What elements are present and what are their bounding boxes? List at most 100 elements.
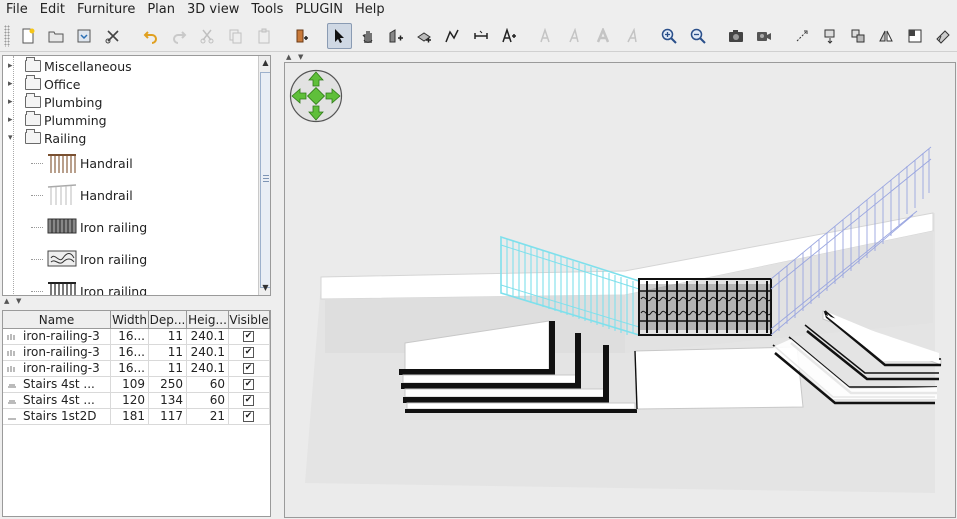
create-rooms-button[interactable]: [412, 23, 437, 49]
select-mode-button[interactable]: [326, 22, 353, 49]
catalog-item-handrail[interactable]: Handrail: [3, 147, 258, 179]
catalog-category-plumbing[interactable]: ▸ Plumbing: [3, 93, 258, 111]
undo-icon: [143, 30, 157, 44]
visible-checkbox[interactable]: ✔: [243, 411, 254, 422]
preferences-button[interactable]: [100, 23, 125, 49]
cut-button[interactable]: [194, 23, 219, 49]
column-header-height[interactable]: Heig...: [187, 311, 229, 329]
menu-help[interactable]: Help: [349, 0, 391, 20]
splitter-up-arrow-icon[interactable]: ▲: [4, 297, 9, 305]
visible-checkbox[interactable]: ✔: [243, 363, 254, 374]
table-row[interactable]: iron-railing-3 16... 11 240.1 ✔: [3, 361, 270, 377]
furniture-catalog-tree[interactable]: ▸ Miscellaneous ▸ Office ▸ Plumbing ▸ Pl…: [2, 55, 271, 296]
expand-arrow-icon[interactable]: ▸: [8, 61, 18, 71]
save-icon: [77, 29, 91, 42]
furniture-table[interactable]: Name Width Dep... Heig... Visible iron-r…: [2, 310, 271, 517]
visible-checkbox[interactable]: ✔: [243, 379, 254, 390]
create-polylines-button[interactable]: [440, 23, 465, 49]
column-header-width[interactable]: Width: [111, 311, 149, 329]
pan-mode-button[interactable]: [355, 23, 380, 49]
visible-checkbox[interactable]: ✔: [243, 331, 254, 342]
text-style-italic-button[interactable]: [619, 23, 644, 49]
copy-icon: [229, 29, 242, 43]
menu-plugin[interactable]: PLUGIN: [289, 0, 349, 20]
catalog-item-handrail[interactable]: Handrail: [3, 179, 258, 211]
undo-button[interactable]: [138, 23, 163, 49]
text-style-italic-a-button[interactable]: [562, 23, 587, 49]
catalog-item-iron-railing[interactable]: Iron railing: [3, 243, 258, 275]
toolbar-grip[interactable]: [4, 24, 10, 47]
view-splitter[interactable]: ▲ ▼: [284, 52, 956, 62]
column-header-visible[interactable]: Visible: [229, 311, 270, 329]
paste-button[interactable]: [251, 23, 276, 49]
menu-tools[interactable]: Tools: [245, 0, 289, 20]
text-a-plus-icon: [502, 27, 516, 42]
navigation-arrows-control[interactable]: [289, 69, 343, 123]
splitter-down-arrow-icon[interactable]: ▼: [298, 53, 303, 61]
redo-button[interactable]: [166, 23, 191, 49]
table-row[interactable]: Stairs 4st ... 120 134 60 ✔: [3, 393, 270, 409]
polyline-icon: [445, 29, 460, 42]
save-button[interactable]: [72, 23, 97, 49]
menu-3d-view[interactable]: 3D view: [181, 0, 245, 20]
menu-furniture[interactable]: Furniture: [71, 0, 141, 20]
add-text-button[interactable]: [496, 23, 521, 49]
menu-edit[interactable]: Edit: [34, 0, 71, 20]
catalog-category-miscellaneous[interactable]: ▸ Miscellaneous: [3, 57, 258, 75]
column-header-depth[interactable]: Dep...: [149, 311, 187, 329]
mirror-button[interactable]: [874, 23, 899, 49]
zoom-out-button[interactable]: [685, 23, 710, 49]
catalog-category-railing[interactable]: ▾ Railing: [3, 129, 258, 147]
redo-icon: [172, 30, 187, 44]
open-button[interactable]: [44, 23, 69, 49]
transform-icon: [824, 29, 835, 44]
text-style-bold-button[interactable]: [591, 23, 616, 49]
menu-plan[interactable]: Plan: [141, 0, 181, 20]
left-pane-splitter[interactable]: ▲ ▼: [2, 297, 271, 307]
paste-icon: [258, 28, 270, 43]
text-style-bold-a-button[interactable]: [534, 23, 559, 49]
scroll-down-arrow-icon[interactable]: ▼: [259, 281, 270, 295]
create-walls-button[interactable]: [383, 23, 408, 49]
catalog-category-plumming[interactable]: ▸ Plumming: [3, 111, 258, 129]
view-virtual-visit-button[interactable]: [930, 23, 955, 49]
view-from-top-button[interactable]: [902, 23, 927, 49]
visible-checkbox[interactable]: ✔: [243, 347, 254, 358]
cut-icon: [200, 29, 214, 43]
scroll-up-arrow-icon[interactable]: ▲: [259, 56, 270, 70]
expand-arrow-icon[interactable]: ▸: [8, 97, 18, 107]
visible-checkbox[interactable]: ✔: [243, 395, 254, 406]
catalog-item-iron-railing[interactable]: Iron railing: [3, 275, 258, 295]
copy-button[interactable]: [223, 23, 248, 49]
catalog-scrollbar[interactable]: ▲ ▼: [258, 56, 270, 295]
aerial-view-icon: [908, 29, 922, 42]
table-row[interactable]: Stairs 1st2D 181 117 21 ✔: [3, 409, 270, 425]
menu-file[interactable]: File: [0, 0, 34, 20]
create-photo-button[interactable]: [723, 23, 748, 49]
create-video-button[interactable]: [751, 23, 776, 49]
3d-view-canvas[interactable]: [284, 62, 956, 518]
splitter-down-arrow-icon[interactable]: ▼: [16, 297, 21, 305]
catalog-category-office[interactable]: ▸ Office: [3, 75, 258, 93]
main-splitter[interactable]: [272, 52, 282, 519]
table-row[interactable]: iron-railing-3 16... 11 240.1 ✔: [3, 329, 270, 345]
new-home-button[interactable]: [15, 23, 40, 49]
add-furniture-button[interactable]: [289, 23, 314, 49]
flip-horizontally-button[interactable]: [789, 23, 814, 49]
virtual-visit-icon: [936, 29, 950, 44]
3d-scene[interactable]: [285, 63, 956, 518]
splitter-up-arrow-icon[interactable]: ▲: [286, 53, 291, 61]
create-dimensions-button[interactable]: [468, 23, 493, 49]
expand-arrow-icon[interactable]: ▸: [8, 79, 18, 89]
flip-vertically-button[interactable]: [817, 23, 842, 49]
group-button[interactable]: [846, 23, 871, 49]
table-row[interactable]: iron-railing-3 16... 11 240.1 ✔: [3, 345, 270, 361]
catalog-item-iron-railing[interactable]: Iron railing: [3, 211, 258, 243]
table-row[interactable]: Stairs 4st ... 109 250 60 ✔: [3, 377, 270, 393]
column-header-name[interactable]: Name: [3, 311, 111, 329]
collapse-arrow-icon[interactable]: ▾: [8, 133, 18, 143]
zoom-in-button[interactable]: [657, 23, 682, 49]
folder-icon: [25, 111, 41, 126]
scrollbar-thumb[interactable]: [260, 72, 270, 288]
expand-arrow-icon[interactable]: ▸: [8, 115, 18, 125]
